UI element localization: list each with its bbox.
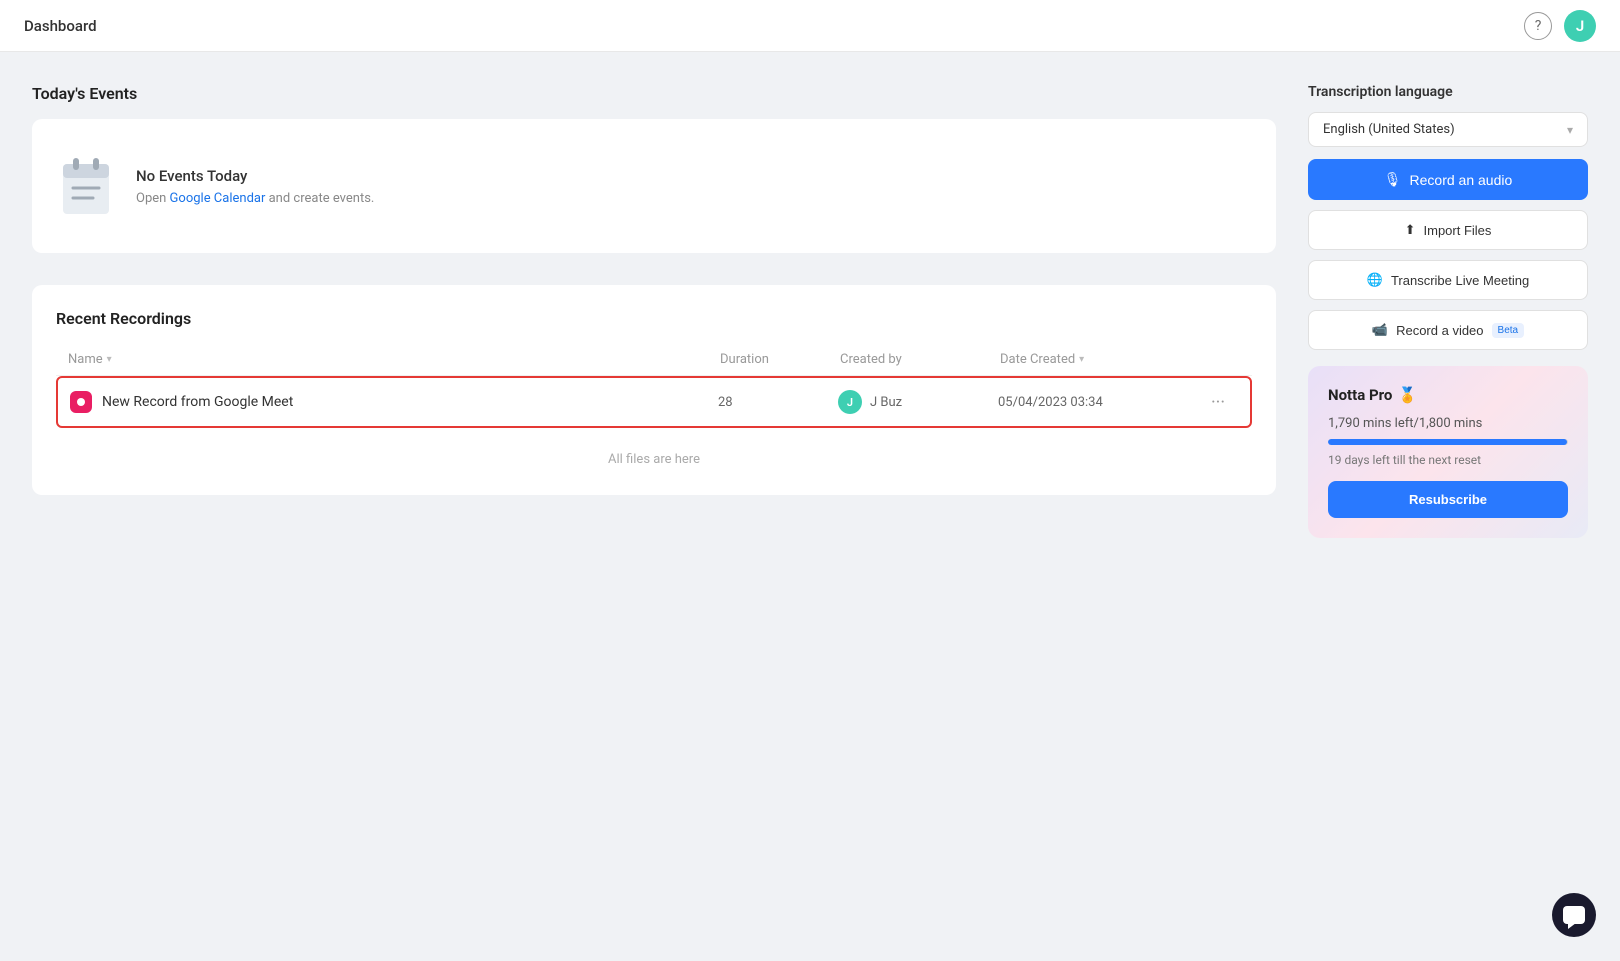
recordings-section: Recent Recordings Name ▾ Duration Create… (32, 285, 1276, 495)
pro-mins-text: 1,790 mins left/1,800 mins (1328, 416, 1568, 431)
language-value: English (United States) (1323, 122, 1455, 137)
chevron-down-icon: ▾ (1567, 123, 1573, 137)
pro-card-emoji: 🏅 (1398, 386, 1417, 404)
row-name-cell: New Record from Google Meet (70, 391, 718, 413)
transcription-lang-label: Transcription language (1308, 84, 1588, 100)
avatar[interactable]: J (1564, 10, 1596, 42)
pro-card-title: Notta Pro 🏅 (1328, 386, 1568, 404)
beta-badge: Beta (1492, 323, 1525, 338)
google-calendar-link[interactable]: Google Calendar (170, 191, 266, 206)
all-files-note: All files are here (56, 436, 1252, 471)
col-name-header[interactable]: Name ▾ (68, 352, 720, 367)
record-icon (70, 391, 92, 413)
creator-avatar: J (838, 390, 862, 414)
col-date-header[interactable]: Date Created ▾ (1000, 352, 1200, 367)
col-creator-header: Created by (840, 352, 1000, 367)
creator-name: J Buz (870, 395, 902, 410)
main-layout: Today's Events No Events Today Open Goog… (0, 52, 1620, 538)
transcribe-meeting-button[interactable]: 🌐 Transcribe Live Meeting (1308, 260, 1588, 300)
recordings-section-title: Recent Recordings (56, 309, 1252, 328)
events-card: No Events Today Open Google Calendar and… (32, 119, 1276, 253)
record-video-button[interactable]: 📹 Record a video Beta (1308, 310, 1588, 350)
transcribe-meeting-label: Transcribe Live Meeting (1391, 273, 1529, 288)
row-file-name: New Record from Google Meet (102, 394, 293, 410)
right-sidebar: Transcription language English (United S… (1308, 84, 1588, 538)
topbar: Dashboard ? J (0, 0, 1620, 52)
content-area: Today's Events No Events Today Open Goog… (32, 84, 1276, 495)
row-creator-cell: J J Buz (838, 390, 998, 414)
progress-bar-bg (1328, 439, 1568, 445)
no-events-title: No Events Today (136, 167, 374, 185)
col-duration-header: Duration (720, 352, 840, 367)
record-video-label: Record a video (1396, 323, 1483, 338)
upload-icon: ⬆ (1405, 222, 1416, 238)
page-title: Dashboard (24, 17, 97, 35)
table-row[interactable]: New Record from Google Meet 28 J J Buz 0… (56, 376, 1252, 428)
help-icon[interactable]: ? (1524, 12, 1552, 40)
sort-arrow-date: ▾ (1079, 354, 1084, 365)
video-icon: 📹 (1372, 322, 1388, 338)
pro-card: Notta Pro 🏅 1,790 mins left/1,800 mins 1… (1308, 366, 1588, 538)
no-events-subtitle: Open Google Calendar and create events. (136, 191, 374, 206)
chat-bubble-icon (1563, 906, 1585, 924)
col-actions-header (1200, 352, 1240, 367)
no-events-icon (56, 151, 116, 221)
progress-bar-fill (1328, 439, 1567, 445)
topbar-icons: ? J (1524, 10, 1596, 42)
mic-icon: 🎙 (1384, 171, 1402, 188)
import-files-button[interactable]: ⬆ Import Files (1308, 210, 1588, 250)
resubscribe-button[interactable]: Resubscribe (1328, 481, 1568, 518)
row-date-cell: 05/04/2023 03:34 (998, 395, 1198, 410)
reset-text: 19 days left till the next reset (1328, 453, 1568, 467)
events-section-title: Today's Events (32, 84, 1276, 103)
chat-bubble-button[interactable] (1552, 893, 1596, 937)
record-audio-label: Record an audio (1410, 172, 1513, 188)
sort-arrow-name: ▾ (107, 354, 112, 365)
pro-card-name: Notta Pro (1328, 386, 1392, 404)
globe-icon: 🌐 (1367, 272, 1383, 288)
import-files-label: Import Files (1424, 223, 1492, 238)
record-audio-button[interactable]: 🎙 Record an audio (1308, 159, 1588, 200)
table-header: Name ▾ Duration Created by Date Created … (56, 344, 1252, 376)
row-more-button[interactable]: ··· (1198, 392, 1238, 413)
no-events-text-block: No Events Today Open Google Calendar and… (136, 167, 374, 206)
row-duration-cell: 28 (718, 395, 838, 410)
language-select[interactable]: English (United States) ▾ (1308, 112, 1588, 147)
